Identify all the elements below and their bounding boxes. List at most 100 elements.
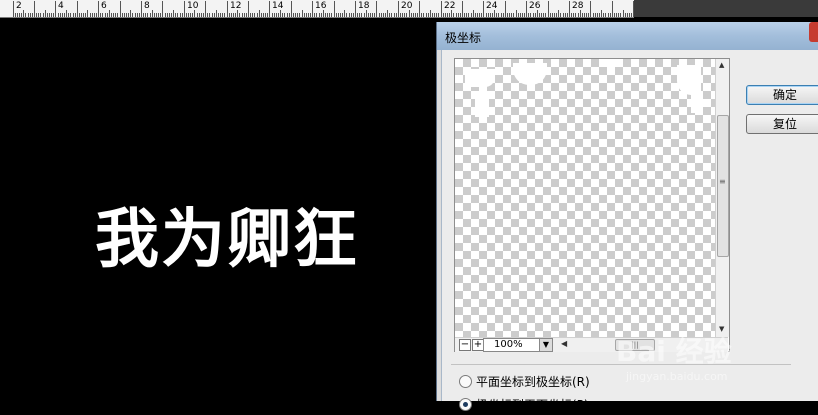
radio-rect-to-polar[interactable] (459, 375, 472, 388)
ruler-tick (545, 13, 546, 17)
ruler-tick (438, 13, 439, 17)
ruler-tick (616, 13, 617, 17)
ruler-tick (40, 13, 41, 17)
ruler-number: 24 (486, 1, 498, 11)
ruler-tick (252, 13, 253, 17)
ruler-tick (464, 13, 465, 17)
ruler-tick (539, 13, 540, 17)
close-button[interactable] (809, 22, 818, 42)
ok-button[interactable]: 确定 (746, 85, 818, 105)
ruler-tick (528, 13, 529, 17)
ruler-tick (257, 13, 258, 17)
vertical-scroll-thumb[interactable] (717, 115, 729, 257)
ruler-tick (49, 13, 50, 17)
ruler-tick (623, 10, 624, 17)
ruler-tick (265, 13, 266, 17)
ruler-tick (552, 13, 553, 17)
ruler-tick (501, 13, 502, 17)
ruler-tick (184, 1, 185, 17)
ruler-tick (79, 13, 80, 17)
ruler-tick (385, 13, 386, 17)
ruler-tick (413, 13, 414, 17)
ruler-number: 10 (187, 1, 199, 11)
ruler-tick (102, 13, 103, 17)
ruler-tick (524, 13, 525, 17)
ruler-tick (509, 13, 510, 17)
ruler-tick (186, 13, 187, 17)
ruler-tick (588, 13, 589, 17)
option-polar-to-rect[interactable]: 极坐标到平面坐标(P) (459, 396, 589, 413)
ruler-tick (481, 13, 482, 17)
ruler-tick (287, 13, 288, 17)
ruler-tick (109, 10, 110, 17)
dialog-titlebar[interactable]: 极坐标 (437, 22, 818, 50)
ruler-tick (293, 13, 294, 17)
vertical-scrollbar[interactable]: ▲ ≡ ▼ (715, 59, 729, 337)
scroll-up-icon[interactable]: ▲ (719, 61, 724, 69)
ruler-tick (370, 13, 371, 17)
ruler-tick (28, 13, 29, 17)
ruler-tick (128, 13, 129, 17)
ruler-tick (68, 13, 69, 17)
ruler-number: 8 (144, 1, 150, 11)
ruler-tick (340, 13, 341, 17)
ruler-tick (505, 1, 506, 17)
ruler-tick (490, 13, 491, 17)
ruler-tick (451, 10, 452, 17)
option-polar-to-rect-label: 极坐标到平面坐标(P) (476, 398, 589, 412)
ruler-tick (400, 13, 401, 17)
ruler-tick (62, 13, 63, 17)
ruler-tick (180, 13, 181, 17)
ruler-tick (357, 13, 358, 17)
ruler-tick (297, 13, 298, 17)
ruler-tick (60, 13, 61, 17)
ruler-tick (421, 13, 422, 17)
ruler-number: 26 (529, 1, 541, 11)
ruler-tick (117, 13, 118, 17)
ruler-tick (573, 13, 574, 17)
ruler-tick (220, 13, 221, 17)
ruler-tick (406, 13, 407, 17)
ruler-tick (355, 1, 356, 17)
document-canvas[interactable]: 我为卿狂 (0, 18, 436, 401)
grip-icon: ≡ (719, 177, 726, 186)
ruler-tick (336, 13, 337, 17)
ruler-tick (209, 13, 210, 17)
ruler-tick (443, 13, 444, 17)
ruler-tick (563, 13, 564, 17)
ruler-tick (90, 13, 91, 17)
preview-area[interactable] (455, 59, 715, 337)
ruler-number: 18 (358, 1, 370, 11)
ruler-tick (19, 13, 20, 17)
ruler-tick (64, 13, 65, 17)
ruler-tick (218, 13, 219, 17)
ruler-tick (325, 13, 326, 17)
chevron-down-icon[interactable]: ▼ (539, 339, 552, 351)
ruler-tick (36, 13, 37, 17)
horizontal-ruler: 2 4 6 8 10 12 14 16 18 20 22 24 26 28 (0, 0, 634, 18)
ruler-tick (569, 1, 570, 17)
option-rect-to-polar[interactable]: 平面坐标到极坐标(R) (459, 373, 590, 390)
radio-polar-to-rect[interactable] (459, 398, 472, 411)
ruler-tick (522, 13, 523, 17)
ruler-tick (558, 10, 559, 17)
ruler-tick (560, 13, 561, 17)
ruler-tick (398, 1, 399, 17)
ruler-tick (135, 13, 136, 17)
ruler-tick (428, 13, 429, 17)
ruler-tick (13, 1, 14, 17)
ruler-tick (477, 13, 478, 17)
ruler-tick (575, 13, 576, 17)
ruler-tick (276, 13, 277, 17)
ruler-tick (394, 13, 395, 17)
ruler-tick (17, 13, 18, 17)
zoom-field[interactable]: 100% ▼ (483, 338, 553, 352)
ruler-tick (432, 13, 433, 17)
scroll-left-icon[interactable]: ◀ (561, 339, 567, 348)
zoom-out-button[interactable]: − (459, 339, 471, 351)
ruler-tick (323, 10, 324, 17)
ruler-tick (282, 13, 283, 17)
reset-button[interactable]: 复位 (746, 114, 818, 134)
ruler-tick (192, 13, 193, 17)
ruler-tick (578, 13, 579, 17)
